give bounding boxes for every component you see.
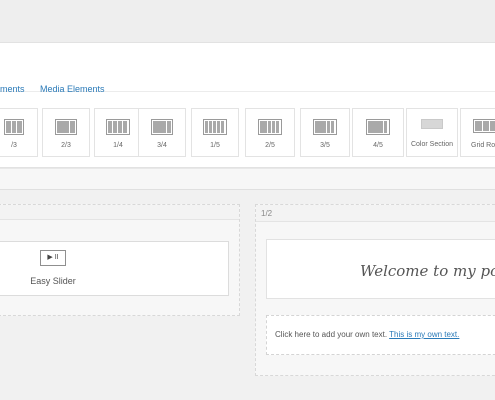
easy-slider-element[interactable]: ▶ II Easy Slider (0, 241, 229, 296)
text-block-link[interactable]: This is my own text. (389, 330, 459, 339)
layout-column-icon (313, 119, 337, 135)
layout-button-1-3[interactable]: /3 (0, 108, 38, 157)
left-column-container: ▶ II Easy Slider (0, 204, 240, 316)
layout-button-1-5[interactable]: 1/5 (191, 108, 239, 157)
layout-button-1-4[interactable]: 1/4 (94, 108, 142, 157)
grid-row-icon (473, 119, 495, 133)
layout-column-icon (151, 119, 173, 135)
text-block-element[interactable]: Click here to add your own text. This is… (266, 315, 495, 355)
right-column-container: 1/2 Welcome to my po Click here to add y… (255, 204, 495, 376)
right-column-header[interactable]: 1/2 (256, 205, 495, 222)
easy-slider-label: Easy Slider (30, 276, 76, 286)
layout-button-2-5[interactable]: 2/5 (245, 108, 295, 157)
layout-column-icon (4, 119, 24, 135)
layout-button-3-4[interactable]: 3/4 (138, 108, 186, 157)
builder-toolbar-strip (0, 168, 495, 190)
tab-media-elements[interactable]: Media Elements (40, 84, 105, 94)
layout-column-icon (55, 119, 77, 135)
left-column-header[interactable] (0, 205, 239, 220)
layout-button-4-5[interactable]: 4/5 (352, 108, 404, 157)
layout-column-icon (106, 119, 130, 135)
layout-column-icon (366, 119, 390, 135)
tab-layout-elements[interactable]: ments (0, 84, 25, 94)
color-section-icon (421, 119, 443, 129)
heading-element[interactable]: Welcome to my po (266, 239, 495, 299)
layout-button-2-3[interactable]: 2/3 (42, 108, 90, 157)
text-block-content: Click here to add your own text. This is… (275, 330, 460, 339)
column-size-label: 1/2 (261, 209, 273, 218)
heading-text: Welcome to my po (360, 262, 495, 280)
layout-button-color-section[interactable]: Color Section (406, 108, 458, 157)
top-bar (0, 0, 495, 42)
layout-column-icon (258, 119, 282, 135)
layout-column-icon (203, 119, 227, 135)
slider-icon: ▶ II (40, 250, 66, 266)
layout-button-grid-row[interactable]: Grid Ro (460, 108, 495, 157)
layout-button-3-5[interactable]: 3/5 (300, 108, 350, 157)
element-tabs: ments Media Elements (0, 67, 495, 94)
layout-builder-panel: ments Media Elements /3 2/3 1/4 3/4 1/5 … (0, 42, 495, 168)
